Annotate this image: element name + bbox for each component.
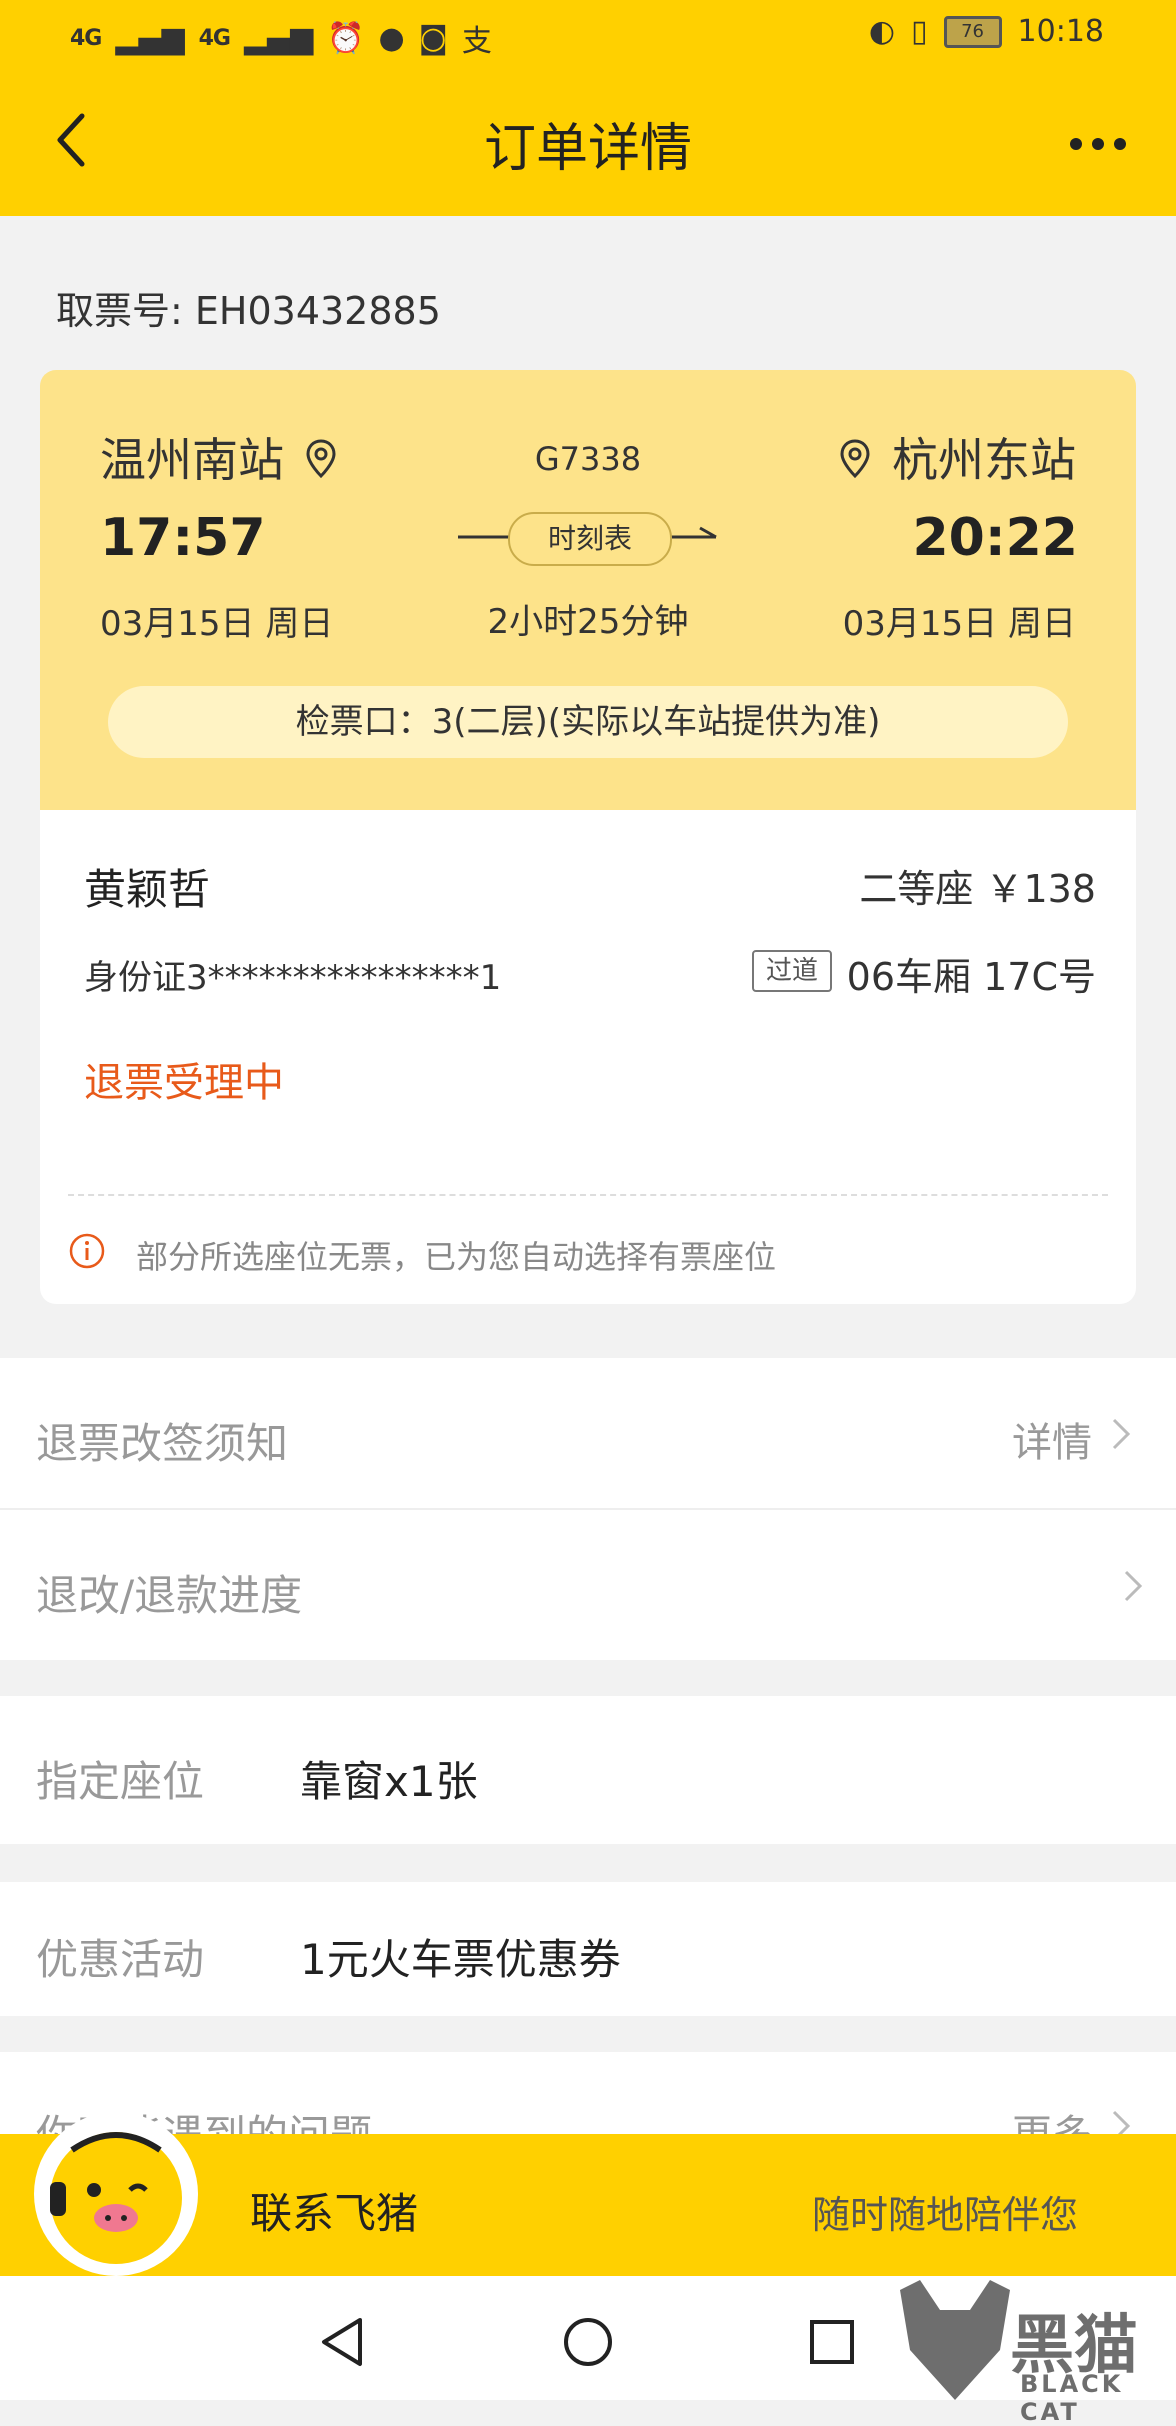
status-bar: 4G ▂▄▆ 4G ▂▄▆ ⏰ ● ◙ 支 ◐ ▯ 76 10:18	[0, 0, 1176, 70]
refund-status: 退票受理中	[84, 1060, 284, 1106]
chevron-right-icon	[1112, 1418, 1131, 1450]
refund-progress-label: 退改/退款进度	[36, 1571, 303, 1620]
location-pin-icon	[840, 439, 870, 479]
location-pin-icon	[306, 439, 336, 479]
seat-preference-value: 靠窗x1张	[300, 1757, 478, 1806]
hd-icon: ◐	[868, 14, 896, 49]
divider	[68, 1194, 1108, 1196]
watermark-subtext: BLACK CAT	[1020, 2370, 1124, 2426]
vibrate-icon: ▯	[911, 14, 928, 49]
more-options-icon[interactable]	[1068, 132, 1128, 156]
promotion-label: 优惠活动	[36, 1935, 205, 1984]
arrival-station[interactable]: 杭州东站	[837, 424, 1076, 490]
departure-station[interactable]: 温州南站	[100, 424, 339, 490]
nav-back-icon[interactable]	[318, 2316, 366, 2368]
trip-duration: 2小时25分钟	[487, 602, 689, 642]
nav-home-icon[interactable]	[562, 2316, 614, 2368]
alipay-icon: 支	[461, 24, 492, 59]
page-title: 订单详情	[483, 119, 692, 179]
refund-progress-row[interactable]: 退改/退款进度	[0, 1510, 1176, 1660]
seat-number: 06车厢 17C号	[846, 955, 1096, 999]
arrival-station-label: 杭州东站	[892, 433, 1076, 487]
ticket-pickup-code: 取票号: EH03432885	[56, 289, 441, 333]
promotion-value: 1元火车票优惠券	[300, 1935, 621, 1984]
seat-preference-row: 指定座位 靠窗x1张	[0, 1696, 1176, 1844]
refund-rules-label: 退票改签须知	[36, 1419, 289, 1468]
id-card-number: 身份证3****************1	[84, 958, 502, 998]
chevron-right-icon	[1124, 1570, 1143, 1602]
ticket-gate-info: 检票口：3(二层)(实际以车站提供为准)	[108, 686, 1068, 758]
seat-position-tag: 过道	[752, 950, 832, 992]
departure-date: 03月15日 周日	[100, 604, 334, 644]
arrival-date: 03月15日 周日	[842, 604, 1076, 644]
alarm-icon: ⏰	[327, 20, 365, 56]
seat-notice: 部分所选座位无票，已为您自动选择有票座位	[136, 1238, 777, 1276]
signal-bars-icon: ▂▄▆	[115, 20, 185, 56]
contact-fliggy-label: 联系飞猪	[250, 2189, 419, 2238]
refund-rules-row[interactable]: 退票改签须知 详情	[0, 1358, 1176, 1508]
battery-icon: 76	[943, 15, 1002, 48]
train-number: G7338	[534, 440, 642, 478]
seat-preference-label: 指定座位	[36, 1757, 205, 1806]
chat-icon: ●	[378, 20, 405, 56]
refund-rules-details-link[interactable]: 详情	[1012, 1410, 1092, 1468]
schedule-button[interactable]: 时刻表	[508, 512, 672, 566]
arrival-time: 20:22	[912, 508, 1078, 568]
seat-class-price: 二等座 ￥138	[859, 867, 1096, 911]
clock: 10:18	[1017, 14, 1104, 49]
passenger-name: 黄颖哲	[84, 865, 211, 914]
departure-time: 17:57	[100, 508, 266, 568]
signal-indicator-1: 4G	[70, 25, 102, 51]
promotion-row: 优惠活动 1元火车票优惠券	[0, 1882, 1176, 2016]
contact-subtitle: 随时随地陪伴您	[812, 2193, 1079, 2237]
departure-station-label: 温州南站	[100, 433, 284, 487]
nav-recents-icon[interactable]	[808, 2318, 856, 2366]
fliggy-mascot-icon[interactable]	[32, 2110, 200, 2278]
message-app-icon: ◙	[418, 20, 448, 56]
signal-bars-icon: ▂▄▆	[243, 20, 314, 56]
info-icon	[69, 1233, 105, 1269]
signal-indicator-2: 4G	[198, 25, 231, 51]
